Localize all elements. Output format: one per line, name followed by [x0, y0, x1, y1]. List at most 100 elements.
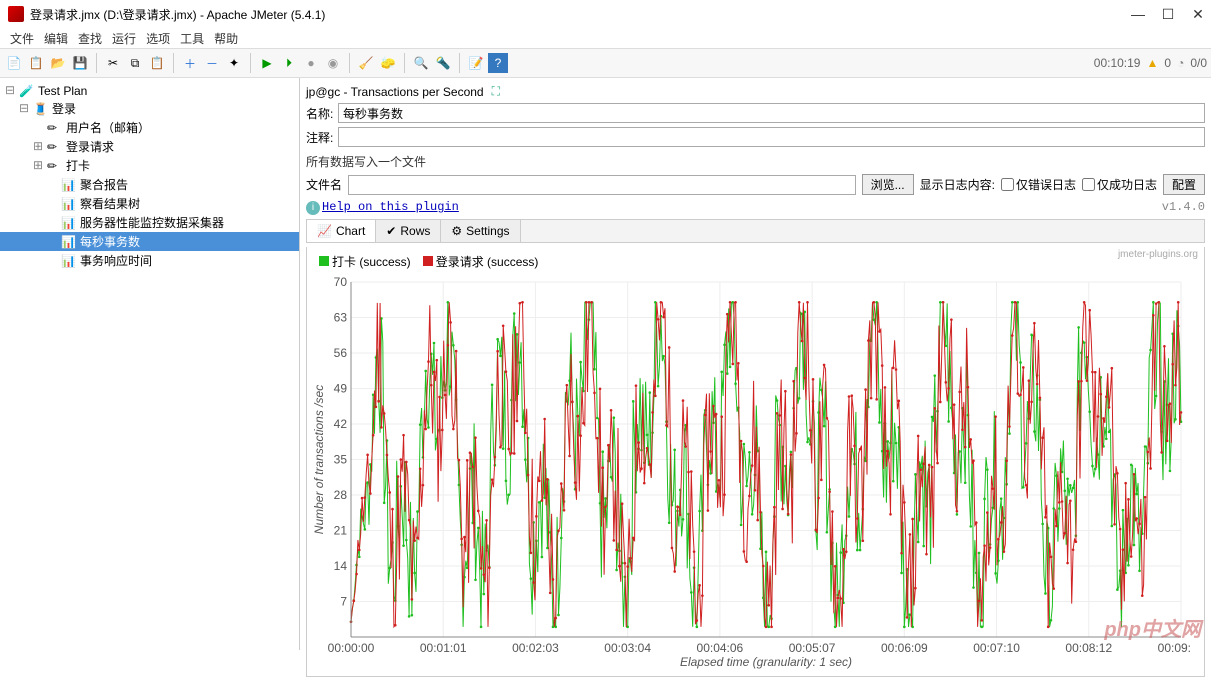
svg-text:21: 21	[334, 523, 348, 537]
panel-title: jp@gc - Transactions per Second	[306, 85, 484, 99]
svg-text:00:01:01: 00:01:01	[420, 641, 467, 655]
save-icon[interactable]: 💾	[70, 53, 90, 73]
tree-item-agg-report[interactable]: 📊聚合报告	[0, 175, 299, 194]
start-no-pause-icon[interactable]: ⏵	[279, 53, 299, 73]
tree-item-perfmon[interactable]: 📊服务器性能监控数据采集器	[0, 213, 299, 232]
help-link[interactable]: Help on this plugin	[322, 200, 459, 214]
legend-swatch-2	[423, 256, 433, 266]
svg-text:00:00:00: 00:00:00	[328, 641, 375, 655]
section-write-file: 所有数据写入一个文件	[306, 153, 1205, 170]
svg-text:00:08:12: 00:08:12	[1065, 641, 1112, 655]
legend-swatch-1	[319, 256, 329, 266]
remove-icon[interactable]: －	[202, 53, 222, 73]
svg-text:35: 35	[334, 452, 348, 466]
threads-icon: ◔	[1177, 56, 1184, 70]
clear-all-icon[interactable]: 🧽	[378, 53, 398, 73]
reset-search-icon[interactable]: 🔦	[433, 53, 453, 73]
name-label: 名称:	[306, 105, 334, 122]
svg-text:63: 63	[334, 310, 348, 324]
comment-input[interactable]	[338, 127, 1205, 147]
svg-text:28: 28	[334, 488, 348, 502]
maximize-button[interactable]: ☐	[1163, 9, 1173, 19]
chart-caption: jmeter-plugins.org	[1118, 249, 1198, 260]
menu-options[interactable]: 选项	[142, 28, 174, 48]
copy-icon[interactable]: ⧉	[125, 53, 145, 73]
chart-tab-icon: 📈	[317, 224, 332, 238]
tree-item-tps[interactable]: 📊每秒事务数	[0, 232, 299, 251]
menu-edit[interactable]: 编辑	[40, 28, 72, 48]
warn-count: 0	[1164, 56, 1171, 70]
browse-button[interactable]: 浏览...	[862, 174, 914, 195]
svg-text:42: 42	[334, 417, 348, 431]
search-icon[interactable]: 🔍	[411, 53, 431, 73]
svg-text:7: 7	[340, 594, 347, 608]
stop-icon[interactable]: ●	[301, 53, 321, 73]
tree-item-username[interactable]: ✏用户名（邮箱）	[0, 118, 299, 137]
svg-text:49: 49	[334, 381, 348, 395]
svg-text:00:09:13: 00:09:13	[1158, 641, 1191, 655]
tab-rows[interactable]: ✔Rows	[376, 220, 441, 242]
tab-settings[interactable]: ⚙Settings	[441, 220, 520, 242]
function-helper-icon[interactable]: 📝	[466, 53, 486, 73]
app-icon	[8, 6, 24, 22]
menubar: 文件 编辑 查找 运行 选项 工具 帮助	[0, 28, 1211, 48]
show-log-label: 显示日志内容:	[920, 176, 995, 193]
start-icon[interactable]: ▶	[257, 53, 277, 73]
svg-text:00:06:09: 00:06:09	[881, 641, 928, 655]
menu-file[interactable]: 文件	[6, 28, 38, 48]
tree-root[interactable]: ⊟🧪Test Plan	[0, 82, 299, 99]
thread-count: 0/0	[1190, 56, 1207, 70]
filename-input[interactable]	[348, 175, 856, 195]
svg-text:70: 70	[334, 275, 348, 289]
wand-icon[interactable]: ✦	[224, 53, 244, 73]
warning-icon[interactable]: ▲	[1146, 56, 1158, 70]
shutdown-icon[interactable]: ◉	[323, 53, 343, 73]
tree-item-login[interactable]: ⊞✏登录请求	[0, 137, 299, 156]
menu-run[interactable]: 运行	[108, 28, 140, 48]
rows-tab-icon: ✔	[386, 224, 396, 238]
elapsed-time: 00:10:19	[1094, 56, 1141, 70]
tree-item-results-tree[interactable]: 📊察看结果树	[0, 194, 299, 213]
svg-text:00:05:07: 00:05:07	[789, 641, 836, 655]
add-icon[interactable]: ＋	[180, 53, 200, 73]
toolbar: 📄 📋 📂 💾 ✂ ⧉ 📋 ＋ － ✦ ▶ ⏵ ● ◉ 🧹 🧽 🔍 🔦 📝 ? …	[0, 48, 1211, 78]
svg-text:00:02:03: 00:02:03	[512, 641, 559, 655]
chart-area: 打卡 (success) 登录请求 (success) jmeter-plugi…	[306, 247, 1205, 677]
only-success-checkbox[interactable]	[1082, 178, 1095, 191]
paste-icon[interactable]: 📋	[147, 53, 167, 73]
name-input[interactable]	[338, 103, 1205, 123]
menu-help[interactable]: 帮助	[210, 28, 242, 48]
settings-tab-icon: ⚙	[451, 224, 462, 238]
svg-text:Number of transactions /sec: Number of transactions /sec	[312, 384, 326, 533]
tree-item-resp-time[interactable]: 📊事务响应时间	[0, 251, 299, 270]
help-icon[interactable]: ?	[488, 53, 508, 73]
test-plan-tree[interactable]: ⊟🧪Test Plan ⊟🧵登录 ✏用户名（邮箱） ⊞✏登录请求 ⊞✏打卡 📊聚…	[0, 78, 300, 650]
templates-icon[interactable]: 📋	[26, 53, 46, 73]
comment-label: 注释:	[306, 129, 334, 146]
tab-chart[interactable]: 📈Chart	[307, 220, 376, 242]
filename-label: 文件名	[306, 176, 342, 193]
chart-plot: 7 14 21 28 35 42 49 56 63 70 00:00:00 00:01:01 00:02…	[311, 272, 1191, 672]
config-button[interactable]: 配置	[1163, 174, 1205, 195]
menu-tools[interactable]: 工具	[176, 28, 208, 48]
expand-icon[interactable]: ⛶	[492, 84, 500, 99]
cut-icon[interactable]: ✂	[103, 53, 123, 73]
svg-text:00:07:10: 00:07:10	[973, 641, 1020, 655]
svg-text:00:03:04: 00:03:04	[604, 641, 651, 655]
plugin-version: v1.4.0	[1162, 200, 1205, 214]
new-icon[interactable]: 📄	[4, 53, 24, 73]
svg-text:56: 56	[334, 346, 348, 360]
window-title: 登录请求.jmx (D:\登录请求.jmx) - Apache JMeter (…	[30, 6, 1133, 23]
open-icon[interactable]: 📂	[48, 53, 68, 73]
minimize-button[interactable]: —	[1133, 9, 1143, 19]
clear-icon[interactable]: 🧹	[356, 53, 376, 73]
svg-text:00:04:06: 00:04:06	[697, 641, 744, 655]
menu-search[interactable]: 查找	[74, 28, 106, 48]
tree-item-checkin[interactable]: ⊞✏打卡	[0, 156, 299, 175]
only-error-checkbox[interactable]	[1001, 178, 1014, 191]
svg-text:Elapsed time (granularity: 1 s: Elapsed time (granularity: 1 sec)	[680, 655, 852, 669]
tree-thread-group[interactable]: ⊟🧵登录	[0, 99, 299, 118]
svg-text:14: 14	[334, 559, 348, 573]
close-button[interactable]: ✕	[1193, 9, 1203, 19]
info-icon: i	[306, 201, 320, 215]
